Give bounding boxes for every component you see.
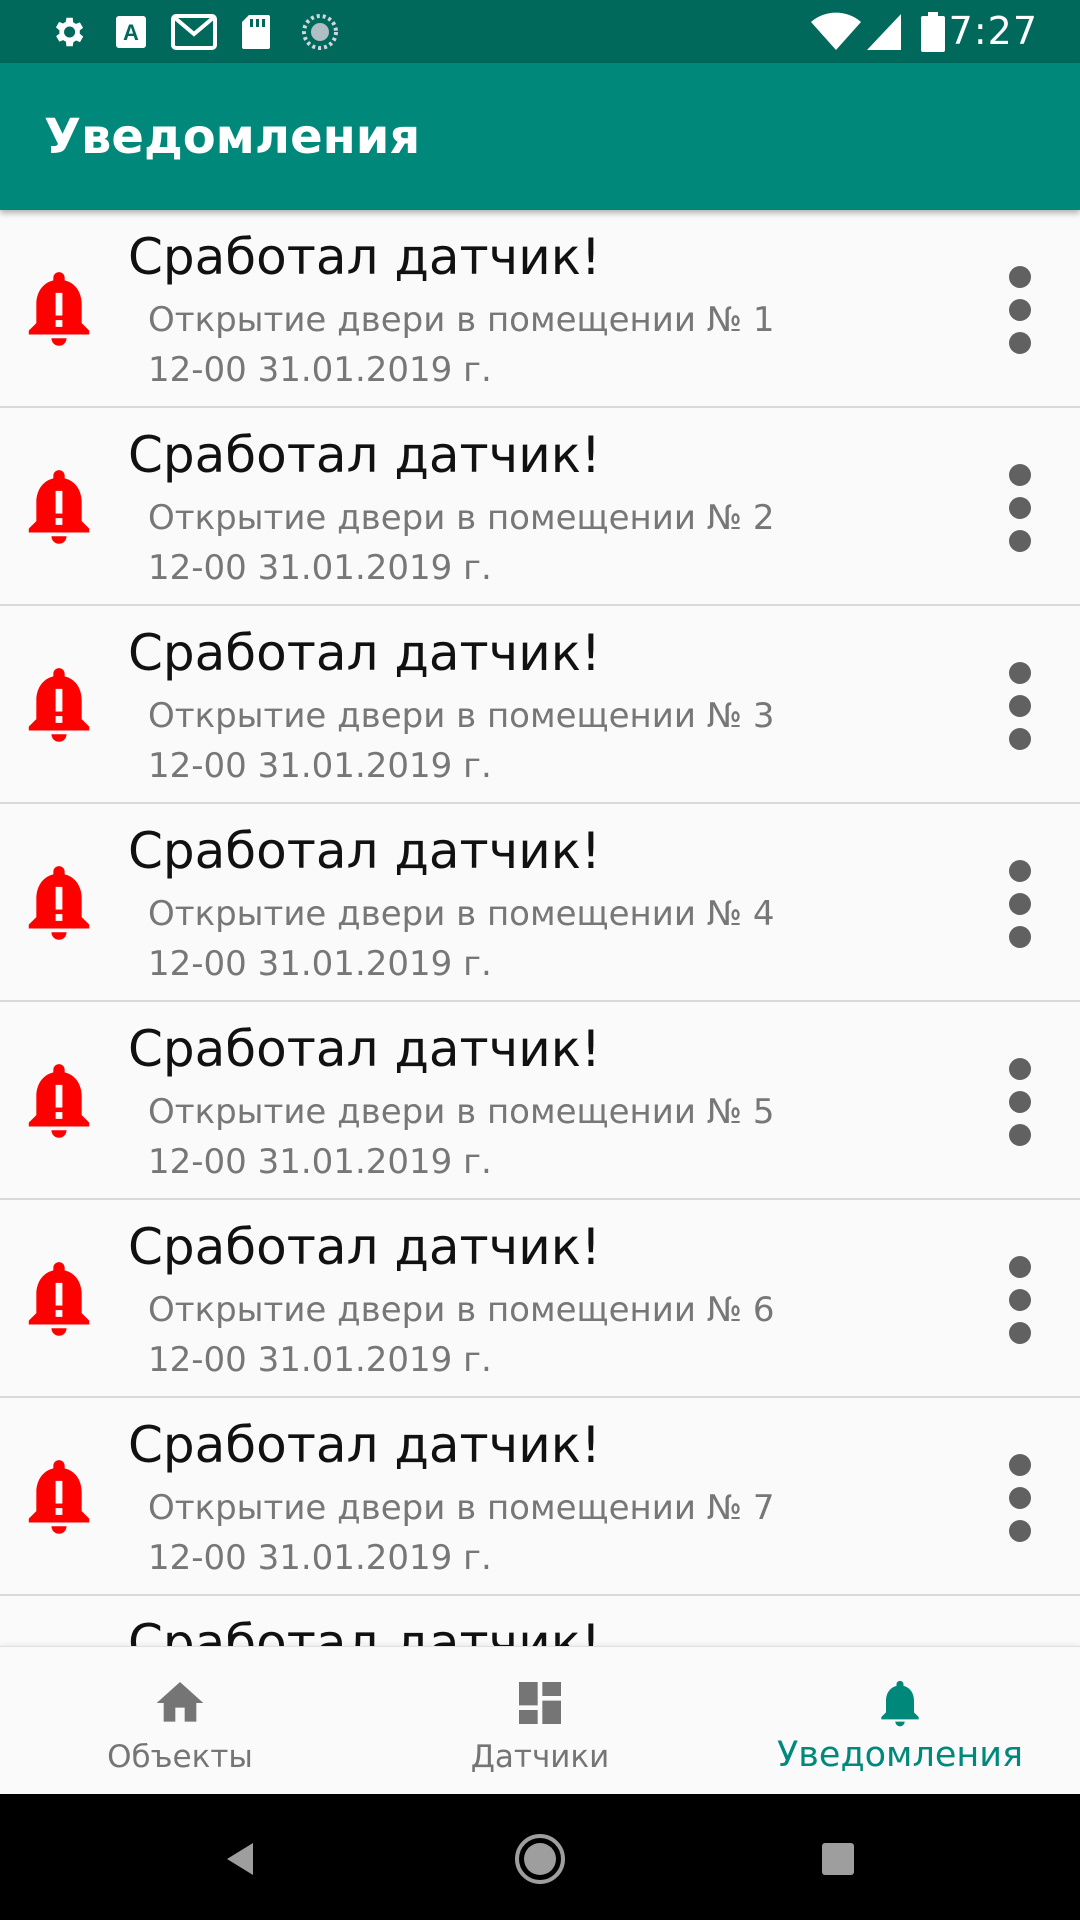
more-options-icon[interactable] [1000,1250,1040,1350]
notification-description: Открытие двери в помещении № 6 [148,1290,775,1330]
page-title: Уведомления [44,109,421,165]
alarm-icon [25,1456,93,1536]
list-item[interactable]: Сработал датчик! Открытие двери в помещен… [0,804,1080,1002]
nav-label-objects: Объекты [107,1739,253,1775]
notification-time: 12-00 31.01.2019 г. [148,1340,492,1380]
sd-card-icon [240,12,272,52]
home-icon [152,1675,208,1731]
status-time: 7:27 [948,9,1038,53]
notification-title: Сработал датчик! [128,426,601,484]
system-navigation-bar [0,1794,1080,1920]
notification-time: 12-00 31.01.2019 г. [148,944,492,984]
notification-description: Открытие двери в помещении № 2 [148,498,775,538]
alarm-icon [25,862,93,942]
dashboard-icon [512,1675,568,1731]
notification-title: Сработал датчик! [128,1416,601,1474]
recents-icon[interactable] [803,1824,873,1894]
alarm-icon [25,1258,93,1338]
list-item[interactable]: Сработал датчик! [0,1596,1080,1646]
notification-time: 12-00 31.01.2019 г. [148,1538,492,1578]
a-box-icon: A [114,12,148,52]
notification-title: Сработал датчик! [128,228,601,286]
nav-label-notifications: Уведомления [776,1735,1024,1775]
sync-circle-icon [300,12,340,52]
alarm-icon [25,268,93,348]
more-options-icon[interactable] [1000,1052,1040,1152]
nav-item-sensors[interactable]: Датчики [360,1647,720,1795]
list-item[interactable]: Сработал датчик! Открытие двери в помещен… [0,210,1080,408]
notification-title: Сработал датчик! [128,1218,601,1276]
notification-time: 12-00 31.01.2019 г. [148,350,492,390]
notification-time: 12-00 31.01.2019 г. [148,1142,492,1182]
gmail-icon [170,12,218,52]
signal-icon [864,12,904,52]
list-item[interactable]: Сработал датчик! Открытие двери в помещен… [0,1002,1080,1200]
notification-list[interactable]: Сработал датчик! Открытие двери в помещен… [0,210,1080,1646]
nav-item-objects[interactable]: Объекты [0,1647,360,1795]
list-item[interactable]: Сработал датчик! Открытие двери в помещен… [0,408,1080,606]
notification-description: Открытие двери в помещении № 5 [148,1092,775,1132]
wifi-icon [808,12,864,52]
notification-description: Открытие двери в помещении № 3 [148,696,775,736]
notification-title: Сработал датчик! [128,624,601,682]
notification-time: 12-00 31.01.2019 г. [148,746,492,786]
list-item[interactable]: Сработал датчик! Открытие двери в помещен… [0,1398,1080,1596]
bell-icon [872,1675,928,1731]
alarm-icon [25,466,93,546]
notification-time: 12-00 31.01.2019 г. [148,548,492,588]
more-options-icon[interactable] [1000,458,1040,558]
bottom-navigation: Объекты Датчики Уведомления [0,1646,1080,1794]
more-options-icon[interactable] [1000,656,1040,756]
nav-label-sensors: Датчики [470,1739,610,1775]
more-options-icon[interactable] [1000,260,1040,360]
notification-title: Сработал датчик! [128,822,601,880]
home-circle-icon[interactable] [505,1824,575,1894]
svg-text:A: A [123,20,139,45]
more-options-icon[interactable] [1000,854,1040,954]
notification-title: Сработал датчик! [128,1614,601,1646]
nav-item-notifications[interactable]: Уведомления [720,1647,1080,1795]
app-bar: Уведомления [0,63,1080,210]
list-item[interactable]: Сработал датчик! Открытие двери в помещен… [0,606,1080,804]
notification-title: Сработал датчик! [128,1020,601,1078]
gear-icon [48,12,88,52]
notification-description: Открытие двери в помещении № 7 [148,1488,775,1528]
notification-description: Открытие двери в помещении № 4 [148,894,775,934]
battery-icon [918,12,948,52]
more-options-icon[interactable] [1000,1448,1040,1548]
back-icon[interactable] [206,1824,276,1894]
status-bar: A 7:27 [0,0,1080,63]
list-item[interactable]: Сработал датчик! Открытие двери в помещен… [0,1200,1080,1398]
alarm-icon [25,664,93,744]
alarm-icon [25,1060,93,1140]
notification-description: Открытие двери в помещении № 1 [148,300,775,340]
